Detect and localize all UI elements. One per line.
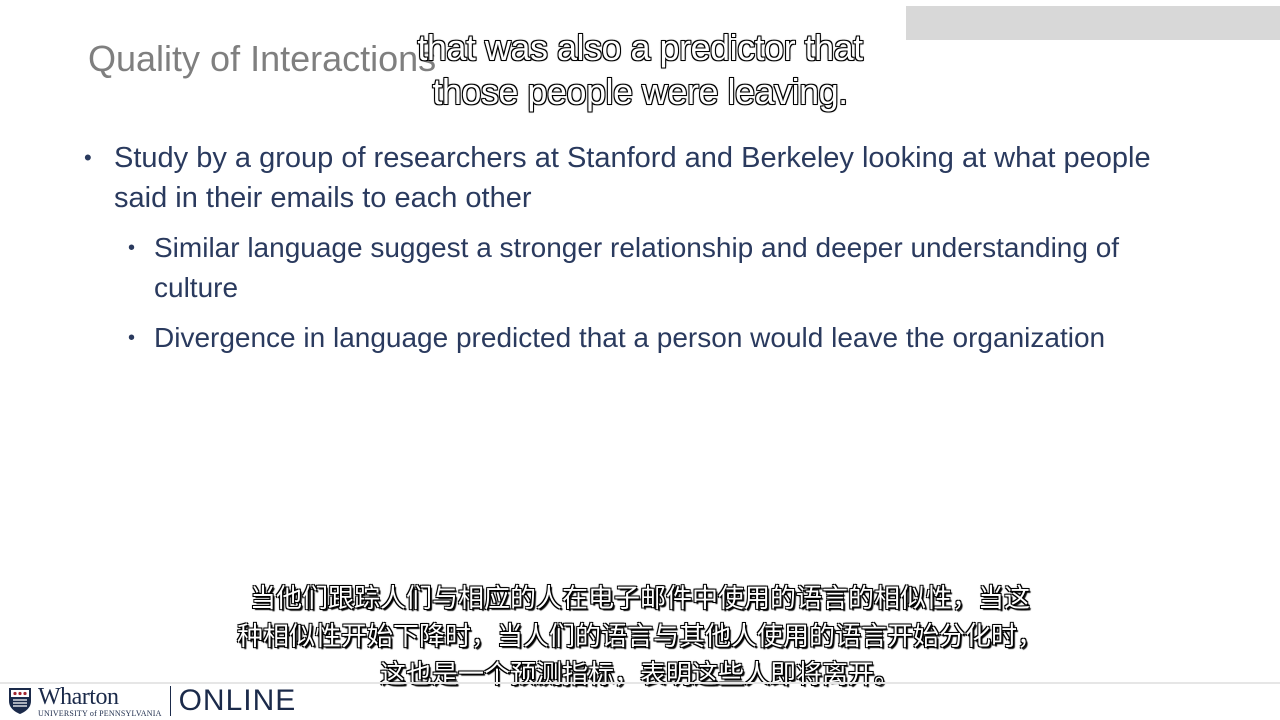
logo-main-text: Wharton bbox=[38, 683, 119, 710]
bullet-dot-icon: • bbox=[128, 327, 136, 349]
bullet-text: Study by a group of researchers at Stanf… bbox=[114, 142, 1151, 214]
logo-online-text: ONLINE bbox=[178, 684, 297, 717]
sub-bullet-item: • Similar language suggest a stronger re… bbox=[84, 228, 1184, 308]
bullet-list: • Study by a group of researchers at Sta… bbox=[84, 138, 1184, 368]
chinese-subtitle-line: 当他们跟踪人们与相应的人在电子邮件中使用的语言的相似性，当这 bbox=[249, 584, 1030, 614]
logo-wordmark: Wharton UNIVERSITY of PENNSYLVANIA bbox=[38, 685, 162, 718]
chinese-subtitle-line: 种相似性开始下降时，当人们的语言与其他人使用的语言开始分化时， bbox=[236, 622, 1043, 652]
wharton-online-logo: Wharton UNIVERSITY of PENNSYLVANIA ONLIN… bbox=[8, 684, 296, 718]
penn-shield-icon bbox=[9, 688, 31, 714]
logo-divider bbox=[169, 686, 171, 716]
slide: Quality of Interactions • Study by a gro… bbox=[0, 0, 1280, 720]
english-subtitle: that was also a predictor that those peo… bbox=[0, 26, 1280, 114]
bullet-dot-icon: • bbox=[84, 145, 92, 170]
bullet-item: • Study by a group of researchers at Sta… bbox=[84, 138, 1184, 218]
logo-sub-text: UNIVERSITY of PENNSYLVANIA bbox=[38, 708, 162, 718]
english-subtitle-line: that was also a predictor that bbox=[417, 26, 864, 69]
english-subtitle-line: those people were leaving. bbox=[432, 70, 849, 113]
bullet-dot-icon: • bbox=[128, 237, 136, 259]
sub-bullet-text: Divergence in language predicted that a … bbox=[154, 322, 1106, 353]
sub-bullet-text: Similar language suggest a stronger rela… bbox=[154, 232, 1120, 303]
chinese-subtitle: 当他们跟踪人们与相应的人在电子邮件中使用的语言的相似性，当这 种相似性开始下降时… bbox=[0, 580, 1280, 694]
sub-bullet-item: • Divergence in language predicted that … bbox=[84, 318, 1184, 358]
